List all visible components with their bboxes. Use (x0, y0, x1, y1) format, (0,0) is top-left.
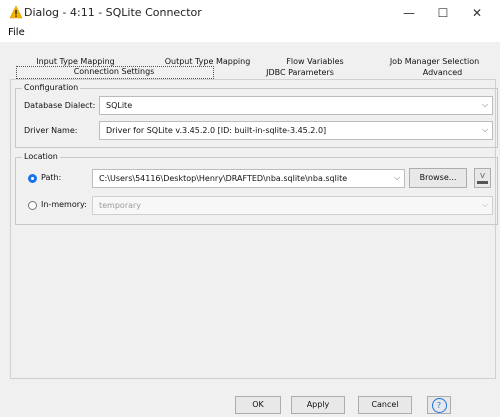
help-icon: ? (431, 398, 447, 413)
ok-button[interactable]: OK (235, 396, 281, 414)
tab-jdbc-parameters[interactable]: JDBC Parameters (250, 68, 350, 77)
tab-output-type-mapping[interactable]: Output Type Mapping (155, 57, 260, 66)
tab-flow-variables[interactable]: Flow Variables (275, 57, 355, 66)
in-memory-select[interactable]: temporary (92, 196, 493, 215)
driver-name-value: Driver for SQLite v.3.45.2.0 [ID: built-… (106, 126, 327, 135)
tab-job-manager-selection[interactable]: Job Manager Selection (382, 57, 487, 66)
tab-input-type-mapping[interactable]: Input Type Mapping (28, 57, 123, 66)
database-dialect-label: Database Dialect: (24, 101, 96, 110)
database-dialect-value: SQLite (106, 101, 133, 110)
window-title: Dialog - 4:11 - SQLite Connector (24, 6, 202, 19)
menu-file[interactable]: File (8, 27, 25, 38)
chevron-down-icon[interactable]: ⌵ (394, 173, 400, 183)
location-group-label: Location (22, 152, 60, 161)
in-memory-radio[interactable] (28, 201, 37, 210)
database-dialect-select[interactable]: SQLite (99, 96, 493, 115)
menu-bar (0, 26, 500, 42)
help-button[interactable]: ? (427, 396, 451, 414)
in-memory-label: In-memory: (41, 200, 87, 209)
minimize-icon[interactable]: — (392, 0, 426, 26)
warning-icon (9, 5, 23, 19)
browse-button[interactable]: Browse... (409, 168, 467, 188)
chevron-down-icon[interactable]: ⌵ (482, 125, 488, 135)
configuration-group-label: Configuration (22, 83, 81, 92)
path-radio[interactable] (28, 174, 37, 183)
flow-variable-icon[interactable]: V (474, 168, 491, 188)
apply-button[interactable]: Apply (291, 396, 345, 414)
path-value: C:\Users\54116\Desktop\Henry\DRAFTED\nba… (99, 174, 348, 183)
driver-name-select[interactable]: Driver for SQLite v.3.45.2.0 [ID: built-… (99, 121, 493, 140)
maximize-icon[interactable]: ☐ (426, 0, 460, 26)
driver-name-label: Driver Name: (24, 126, 78, 135)
tab-advanced[interactable]: Advanced (405, 68, 480, 77)
chevron-down-icon[interactable]: ⌵ (482, 100, 488, 110)
path-label: Path: (41, 173, 62, 182)
cancel-button[interactable]: Cancel (358, 396, 412, 414)
in-memory-value: temporary (99, 201, 142, 210)
svg-text:V: V (480, 172, 485, 180)
tab-connection-settings[interactable]: Connection Settings (16, 67, 212, 76)
close-icon[interactable]: ✕ (460, 0, 494, 26)
chevron-down-icon: ⌵ (482, 200, 489, 209)
path-input[interactable]: C:\Users\54116\Desktop\Henry\DRAFTED\nba… (92, 169, 405, 188)
